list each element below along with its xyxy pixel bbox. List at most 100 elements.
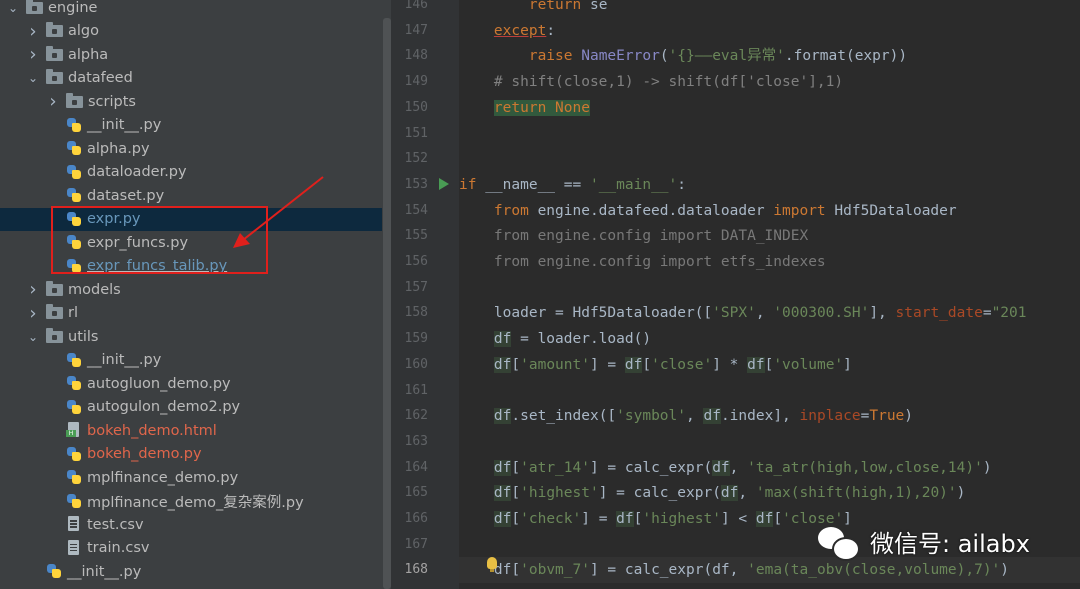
code-editor[interactable]: return se except: raise NameError('{}——e… [459,0,1080,589]
line-number: 164 [404,459,428,475]
chevron-down-icon[interactable]: ⌄ [6,1,20,15]
line-number: 153 [404,176,428,192]
html-file-icon: H [66,422,83,439]
code-line-147: except: [493,22,556,39]
tree-item-label: models [68,281,121,298]
code-line-159: df = loader.load() [493,331,652,348]
tree-item-folder[interactable]: › models [0,278,382,302]
tree-item-file[interactable]: dataset.py [0,184,382,208]
python-file-icon [66,164,83,181]
tree-item-label: datafeed [68,70,133,87]
code-line-158: loader = Hdf5Dataloader(['SPX', '000300.… [493,305,1027,322]
tree-item-folder[interactable]: › rl [0,302,382,326]
tree-item-label: dataloader.py [87,164,187,181]
line-number: 157 [404,279,428,295]
line-number: 161 [404,382,428,398]
folder-icon [46,45,63,61]
line-number: 152 [404,151,428,167]
csv-file-icon [66,516,83,533]
watermark: 微信号: ailabx [818,524,1030,561]
chevron-right-icon[interactable]: › [46,91,60,112]
line-number: 155 [404,228,428,244]
python-file-icon [66,117,83,134]
tree-item-file[interactable]: __init__.py [0,349,382,373]
tree-item-file[interactable]: test.csv [0,513,382,537]
tree-item-file[interactable]: train.csv [0,537,382,561]
tree-item-label: autogluon_demo.py [87,375,231,392]
line-number: 154 [404,202,428,218]
code-line-153: if __name__ == '__main__': [459,176,687,193]
tree-item-label: bokeh_demo.html [87,422,217,439]
folder-icon [46,22,63,38]
chevron-down-icon[interactable]: ⌄ [26,71,40,85]
tree-item-file[interactable]: mplfinance_demo.py [0,466,382,490]
line-number: 158 [404,305,428,321]
code-line-156: from engine.config import etfs_indexes [493,254,826,270]
tree-item-folder[interactable]: ⌄ utils [0,325,382,349]
code-line-165: df['highest'] = calc_expr(df, 'max(shift… [493,485,966,502]
code-line-160: df['amount'] = df['close'] * df['volume'… [493,356,852,373]
tree-item-folder[interactable]: › alpha [0,43,382,67]
tree-item-label: train.csv [87,540,150,557]
line-number: 148 [404,48,428,64]
tree-item-file[interactable]: alpha.py [0,137,382,161]
run-icon[interactable] [439,178,449,190]
highlight-box [51,206,268,274]
tree-scrollbar[interactable] [383,18,391,589]
tree-item-folder[interactable]: › scripts [0,90,382,114]
line-number: 166 [404,511,428,526]
tree-item-folder[interactable]: ⌄ datafeed [0,67,382,91]
python-file-icon [66,375,83,392]
code-line-164: df['atr_14'] = calc_expr(df, 'ta_atr(hig… [493,459,992,476]
line-number: 160 [404,356,428,372]
tree-item-file[interactable]: autogluon_demo.py [0,372,382,396]
tree-item-folder[interactable]: ⌄ engine [0,0,382,20]
code-line-155: from engine.config import DATA_INDEX [493,228,809,245]
code-line-150: return None [493,99,590,116]
tree-item-label: __init__.py [87,117,162,134]
tree-item-file[interactable]: autogulon_demo2.py [0,396,382,420]
chevron-right-icon[interactable]: › [26,44,40,65]
tree-item-label: autogulon_demo2.py [87,399,241,416]
python-file-icon [66,352,83,369]
lightbulb-icon[interactable] [487,557,497,572]
folder-icon [46,280,63,296]
folder-icon [46,304,63,320]
line-number: 150 [404,99,428,115]
line-number: 167 [404,536,428,552]
python-file-icon [46,563,63,580]
python-file-icon [66,446,83,463]
python-file-icon [66,493,83,510]
tree-item-file[interactable]: Hbokeh_demo.html [0,419,382,443]
tree-item-file[interactable]: mplfinance_demo_复杂案例.py [0,490,382,514]
csv-file-icon [66,539,83,557]
folder-icon [26,0,43,14]
tree-item-file[interactable]: dataloader.py [0,161,382,185]
tree-item-label: alpha [68,46,109,63]
line-number: 149 [404,74,428,90]
tree-item-label: scripts [88,93,136,110]
code-line-149: # shift(close,1) -> shift(df['close'],1) [493,74,844,91]
tree-item-label: __init__.py [87,352,162,369]
code-line-154: from engine.datafeed.dataloader import H… [493,202,957,219]
tree-item-folder[interactable]: › algo [0,20,382,44]
chevron-right-icon[interactable]: › [26,303,40,324]
editor-gutter: 146 147 148 149 150 151 152 153 154 155 156 157 158 1… [391,0,475,589]
code-line-146: return se [528,0,608,13]
python-file-icon [66,399,83,416]
tree-item-label: rl [68,305,78,322]
chevron-down-icon[interactable]: ⌄ [26,330,40,344]
project-tree: ⌄ engine › algo › alpha ⌄ datafeed › scripts __ini… [0,0,391,589]
folder-icon [46,327,63,343]
python-file-icon [66,187,83,204]
tree-item-label: __init__.py [67,563,142,580]
tree-item-label: engine [48,0,98,16]
line-number: 147 [404,22,428,38]
line-number: 146 [404,0,428,12]
tree-item-file[interactable]: __init__.py [0,560,382,584]
chevron-right-icon[interactable]: › [26,279,40,300]
tree-item-file[interactable]: bokeh_demo.py [0,443,382,467]
line-number: 168 [404,562,428,578]
tree-item-file[interactable]: __init__.py [0,114,382,138]
chevron-right-icon[interactable]: › [26,21,40,42]
